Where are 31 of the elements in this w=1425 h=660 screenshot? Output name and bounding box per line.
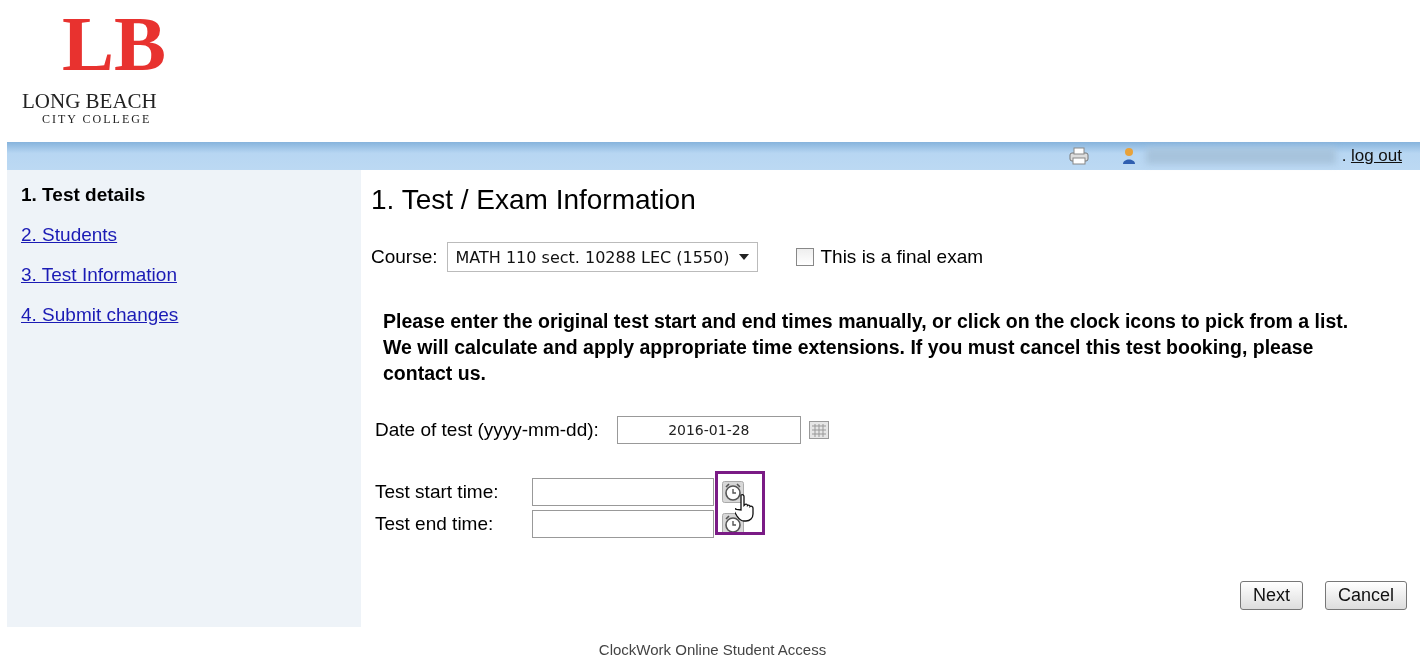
clock-icon[interactable] [722, 481, 744, 503]
logout-link[interactable]: log out [1350, 146, 1402, 166]
time-label: Test start time: [375, 481, 500, 503]
time-field[interactable] [532, 478, 714, 506]
user-icon [1121, 147, 1136, 165]
course-dropdown[interactable]: MATH 110 sect. 10288 LEC (1550) [446, 242, 759, 272]
hand-cursor-icon [735, 493, 757, 523]
action-button[interactable]: Cancel [1324, 581, 1407, 610]
logout-prefix: . [1341, 146, 1347, 166]
instructions-text: Please enter the original test start and end times manually, or click on the clock icons to pick from a list. We will calculate and apply appropriate time extensions. If you must cancel this test booking, please contact us. [383, 309, 1350, 386]
time-field[interactable] [532, 510, 714, 538]
caret-icon [739, 254, 750, 260]
time-label: Test end time: [375, 513, 495, 535]
checkbox-label: This is a final exam [820, 246, 984, 268]
sidebar-item[interactable]: 4. Submit changes [21, 304, 179, 326]
sidebar-item[interactable]: 3. Test Information [21, 264, 177, 286]
sidebar-item[interactable]: 2. Students [21, 224, 118, 246]
college-logo: LB [62, 4, 167, 84]
course-label: Course: [371, 246, 438, 268]
sidebar-item[interactable]: 1. Test details [21, 184, 146, 206]
page-title: 1. Test / Exam Information [371, 184, 697, 216]
action-button[interactable]: Next [1239, 581, 1303, 610]
highlight-box [715, 471, 765, 535]
printer-icon[interactable] [1067, 147, 1090, 165]
footer-text: ClockWork Online Student Access [598, 641, 827, 658]
college-subtitle: CITY COLLEGE [42, 112, 152, 126]
college-name: LONG BEACH [22, 90, 157, 112]
date-field[interactable]: 2016-01-28 [616, 416, 801, 444]
date-label: Date of test (yyyy-mm-dd): [375, 419, 599, 441]
final-exam-checkbox[interactable] [796, 248, 815, 266]
calendar-icon[interactable] [808, 421, 829, 439]
